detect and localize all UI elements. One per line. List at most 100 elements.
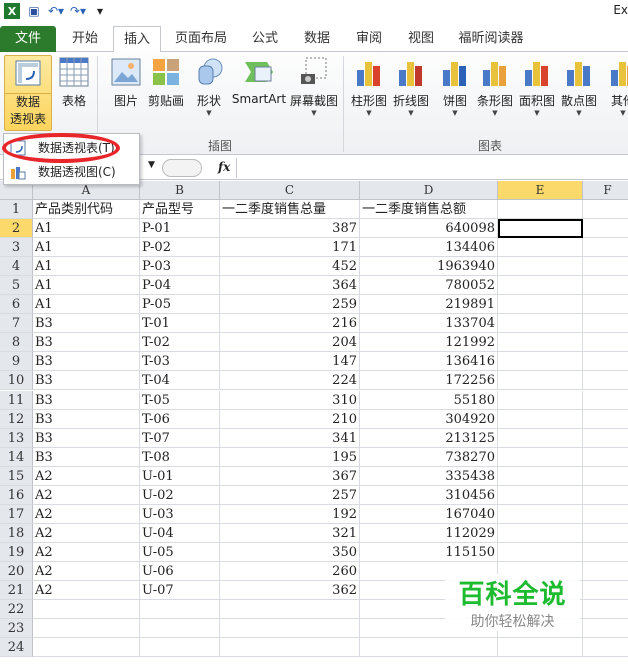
tab-insert[interactable]: 插入 <box>113 26 161 54</box>
cell[interactable]: T-07 <box>140 428 220 448</box>
cell[interactable] <box>583 562 628 581</box>
cell[interactable]: 364 <box>220 276 360 296</box>
tab-view[interactable]: 视图 <box>396 26 446 52</box>
scatter-chart-button[interactable]: 散点图 ▼ <box>558 56 600 117</box>
row-header[interactable]: 10 <box>0 371 33 391</box>
cell[interactable] <box>498 409 583 429</box>
cell[interactable]: A1 <box>33 219 140 239</box>
cell[interactable] <box>583 581 628 600</box>
cell[interactable] <box>498 466 583 486</box>
cell[interactable]: 115150 <box>360 542 498 562</box>
cell[interactable]: A2 <box>33 504 140 524</box>
cell[interactable] <box>583 524 628 543</box>
cell[interactable]: 387 <box>220 219 360 239</box>
picture-button[interactable]: 图片 <box>108 56 144 109</box>
row-header[interactable]: 14 <box>0 447 33 467</box>
cell[interactable] <box>498 390 583 410</box>
cell[interactable] <box>498 314 583 334</box>
cell[interactable] <box>140 619 220 639</box>
redo-icon[interactable]: ↷▾ <box>70 3 86 19</box>
cell[interactable]: B3 <box>33 390 140 410</box>
cell[interactable]: 640098 <box>360 219 498 239</box>
cell[interactable]: B3 <box>33 314 140 334</box>
cell[interactable]: 172256 <box>360 371 498 391</box>
cell[interactable]: 367 <box>220 466 360 486</box>
cell[interactable] <box>498 352 583 372</box>
cell[interactable] <box>33 638 140 658</box>
cell[interactable]: U-01 <box>140 466 220 486</box>
cell[interactable]: U-03 <box>140 504 220 524</box>
cell[interactable]: 195 <box>220 447 360 467</box>
cell[interactable]: P-02 <box>140 238 220 258</box>
cell[interactable]: 310456 <box>360 485 498 505</box>
shapes-button[interactable]: 形状 ▼ <box>192 56 226 117</box>
cell[interactable]: 780052 <box>360 276 498 296</box>
cell[interactable] <box>498 257 583 277</box>
cell[interactable] <box>498 333 583 353</box>
customize-toolbar-icon[interactable]: ▾ <box>92 3 108 19</box>
cell[interactable] <box>583 600 628 620</box>
cell[interactable]: 55180 <box>360 390 498 410</box>
row-header[interactable]: 24 <box>0 638 33 658</box>
row-header[interactable]: 21 <box>0 581 33 600</box>
cell[interactable]: 259 <box>220 295 360 315</box>
tab-page-layout[interactable]: 页面布局 <box>166 26 236 52</box>
clipart-button[interactable]: 剪贴画 <box>146 56 186 109</box>
formula-bar-splitter[interactable] <box>162 159 202 177</box>
cell[interactable] <box>583 505 628 524</box>
header-cell[interactable] <box>498 200 583 219</box>
cell[interactable] <box>498 238 583 258</box>
smartart-button[interactable]: SmartArt <box>231 56 287 106</box>
cell[interactable] <box>33 600 140 620</box>
cell[interactable] <box>498 523 583 543</box>
cell[interactable] <box>498 428 583 448</box>
cell[interactable] <box>583 638 628 658</box>
tab-home[interactable]: 开始 <box>60 26 110 52</box>
name-box-dropdown-icon[interactable]: ▼ <box>148 160 155 170</box>
cell[interactable]: T-05 <box>140 390 220 410</box>
row-header[interactable]: 2 <box>0 219 33 239</box>
line-chart-button[interactable]: 折线图 ▼ <box>390 56 432 117</box>
cell[interactable] <box>583 619 628 639</box>
cell[interactable]: 210 <box>220 409 360 429</box>
cell[interactable]: P-05 <box>140 295 220 315</box>
cell[interactable]: 192 <box>220 504 360 524</box>
cell[interactable] <box>583 257 628 277</box>
formula-input[interactable] <box>236 158 628 178</box>
selected-cell[interactable] <box>498 219 583 239</box>
cell[interactable]: B3 <box>33 352 140 372</box>
row-header[interactable]: 13 <box>0 428 33 448</box>
table-button[interactable]: 表格 <box>56 56 92 109</box>
cell[interactable]: B3 <box>33 333 140 353</box>
cell[interactable]: 452 <box>220 257 360 277</box>
cell[interactable]: T-02 <box>140 333 220 353</box>
cell[interactable] <box>498 542 583 562</box>
menu-item-pivot-chart[interactable]: 数据透视图(C) <box>4 160 139 184</box>
pivot-table-button[interactable]: 数据 透视表 <box>4 55 52 131</box>
row-header[interactable]: 9 <box>0 352 33 372</box>
cell[interactable] <box>498 504 583 524</box>
cell[interactable] <box>583 238 628 258</box>
cell[interactable]: 341 <box>220 428 360 448</box>
row-header[interactable]: 11 <box>0 390 33 410</box>
cell[interactable]: 362 <box>220 581 360 600</box>
cell[interactable] <box>583 295 628 315</box>
cell[interactable]: 1963940 <box>360 257 498 277</box>
cell[interactable]: B3 <box>33 409 140 429</box>
cell[interactable] <box>583 371 628 391</box>
cell[interactable]: 112029 <box>360 523 498 543</box>
cell[interactable]: 738270 <box>360 447 498 467</box>
cell[interactable]: P-01 <box>140 219 220 239</box>
cell[interactable]: 335438 <box>360 466 498 486</box>
tab-review[interactable]: 审阅 <box>344 26 394 52</box>
column-header-B[interactable]: B <box>140 181 220 200</box>
tab-file[interactable]: 文件 <box>0 26 56 52</box>
cell[interactable] <box>583 543 628 562</box>
cell[interactable]: 224 <box>220 371 360 391</box>
cell[interactable]: B3 <box>33 447 140 467</box>
cell[interactable]: 321 <box>220 523 360 543</box>
cell[interactable] <box>33 619 140 639</box>
row-header[interactable]: 17 <box>0 504 33 524</box>
cell[interactable]: 204 <box>220 333 360 353</box>
column-header-F[interactable]: F <box>583 181 628 200</box>
